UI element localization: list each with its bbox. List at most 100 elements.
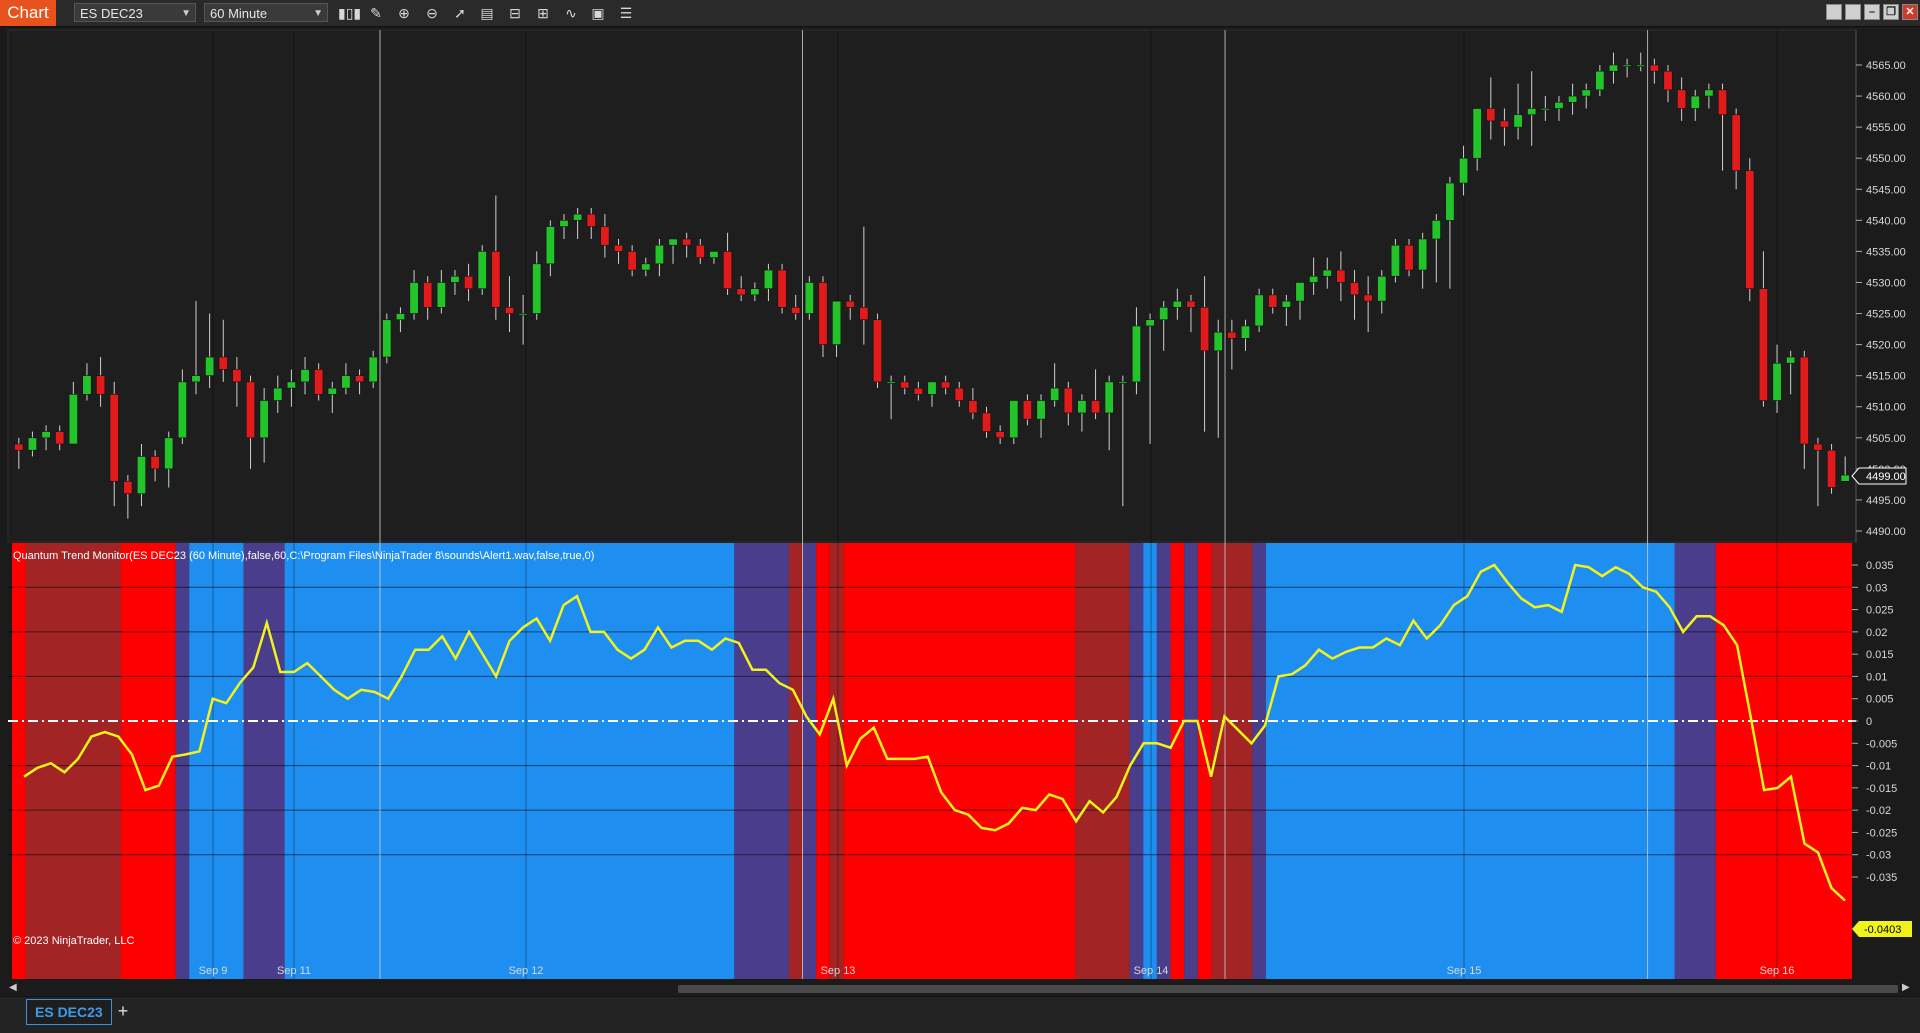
indicator-tick-label: 0.015 xyxy=(1866,649,1894,661)
candle-body xyxy=(968,400,978,414)
candle-body xyxy=(477,251,487,289)
trend-zones xyxy=(12,543,1852,979)
candle-body xyxy=(164,437,174,470)
zoom-out-icon[interactable]: ⊖ xyxy=(421,3,443,23)
trend-zone xyxy=(1156,543,1171,979)
bar-chart-icon[interactable]: ▮▯▮ xyxy=(338,3,361,23)
chart-canvas[interactable]: 4565.00 4560.00 4555.00 4550.00 4545.00 4540.… xyxy=(0,28,1920,984)
candle-body xyxy=(423,282,433,308)
candle-body xyxy=(259,400,269,439)
scroll-left-icon[interactable]: ◀ xyxy=(9,982,17,993)
interval-selector[interactable]: 60 Minute ▼ xyxy=(204,3,328,22)
indicators-icon[interactable]: ∿ xyxy=(560,3,582,23)
candle-body xyxy=(668,238,678,246)
candle-body xyxy=(613,244,624,252)
trend-zone xyxy=(175,543,190,979)
price-tick-label: 4535.00 xyxy=(1866,246,1906,258)
instrument-tab[interactable]: ES DEC23 xyxy=(26,999,112,1025)
candle-body xyxy=(1717,89,1728,116)
indicator-tick-label: 0.035 xyxy=(1866,560,1894,572)
trend-zone xyxy=(1075,543,1130,979)
trend-zone xyxy=(25,543,122,979)
add-tab-button[interactable]: + xyxy=(112,999,134,1023)
candle-body xyxy=(1390,244,1400,277)
candle-body xyxy=(1349,282,1360,296)
candle-body xyxy=(750,288,760,296)
scroll-right-icon[interactable]: ▶ xyxy=(1902,982,1910,993)
restore-icon[interactable] xyxy=(1826,4,1842,20)
close-icon[interactable]: ✕ xyxy=(1902,4,1918,20)
candle-body xyxy=(1022,400,1032,420)
indicator-tick-label: 0.005 xyxy=(1866,694,1894,706)
candle-body xyxy=(545,226,555,265)
candle-body xyxy=(818,282,828,345)
candle-body xyxy=(682,238,692,246)
candle-body xyxy=(981,412,992,432)
current-indicator-text: -0.0403 xyxy=(1864,924,1901,936)
list-icon[interactable]: ☰ xyxy=(615,3,637,23)
candle-body xyxy=(68,394,78,445)
current-price-marker: 4499.00 xyxy=(1851,467,1907,485)
properties-icon[interactable]: ⊟ xyxy=(504,3,526,23)
candle-body xyxy=(355,375,365,383)
candle-body xyxy=(804,282,814,314)
candle-body xyxy=(573,213,583,221)
zoom-in-icon[interactable]: ⊕ xyxy=(393,3,415,23)
candle-body xyxy=(1295,282,1305,302)
trend-zone xyxy=(1197,543,1212,979)
pointer-icon[interactable]: ➚ xyxy=(449,3,471,23)
minimize-icon[interactable]: – xyxy=(1864,4,1880,20)
indicator-tick-label: 0.01 xyxy=(1866,671,1887,683)
popout-icon[interactable]: ❐ xyxy=(1883,4,1899,20)
candle-body xyxy=(845,300,855,308)
data-box-icon[interactable]: ▤ xyxy=(476,3,498,23)
candle-body xyxy=(314,369,324,395)
price-tick-label: 4490.00 xyxy=(1866,526,1906,538)
chevron-down-icon: ▼ xyxy=(313,8,323,19)
candle-body xyxy=(941,381,951,389)
candle-body xyxy=(395,313,405,321)
candle-body xyxy=(586,213,596,227)
candle-body xyxy=(1186,300,1196,308)
candle-body xyxy=(1568,95,1578,103)
trend-zone xyxy=(788,543,803,979)
time-axis-label: Sep 13 xyxy=(821,965,856,977)
indicator-tick-label: 0.025 xyxy=(1866,605,1894,617)
candle-body xyxy=(273,387,283,401)
candle-body xyxy=(1091,400,1101,414)
copyright-text: © 2023 NinjaTrader, LLC xyxy=(13,935,134,947)
trend-zone xyxy=(12,543,26,979)
candle-body xyxy=(872,319,883,383)
candle-body xyxy=(1595,70,1605,91)
candle-body xyxy=(900,381,910,389)
instrument-selector[interactable]: ES DEC23 ▼ xyxy=(74,3,196,22)
indicator-tick-label: 0.02 xyxy=(1866,627,1887,639)
strategies-icon[interactable]: ▣ xyxy=(587,3,609,23)
candle-body xyxy=(1472,108,1482,159)
templates-icon[interactable]: ⊞ xyxy=(532,3,554,23)
candle-body xyxy=(1840,474,1850,482)
price-tick-label: 4525.00 xyxy=(1866,309,1906,321)
candle-body xyxy=(1172,300,1182,308)
candle-body xyxy=(1554,101,1564,109)
candle-body xyxy=(1663,70,1673,91)
candle-body xyxy=(1077,400,1087,414)
candle-body xyxy=(1445,182,1455,221)
maximize-icon[interactable] xyxy=(1845,4,1861,20)
trend-zone xyxy=(189,543,244,979)
price-tick-label: 4545.00 xyxy=(1866,184,1906,196)
candle-body xyxy=(1527,108,1537,116)
scrollbar-thumb[interactable] xyxy=(678,985,1898,993)
candle-body xyxy=(1200,307,1210,352)
candle-body xyxy=(464,275,474,289)
pencil-icon[interactable]: ✎ xyxy=(365,3,387,23)
price-tick-label: 4555.00 xyxy=(1866,122,1906,134)
candle-body xyxy=(654,244,664,265)
current-indicator-marker: -0.0403 xyxy=(1852,921,1912,937)
candle-body xyxy=(1159,307,1169,321)
indicator-tick-label: 0 xyxy=(1866,716,1872,728)
trend-zone xyxy=(1674,543,1716,979)
candle-body xyxy=(1677,89,1687,109)
candle-body xyxy=(1104,381,1114,414)
chart-window-label[interactable]: Chart xyxy=(0,0,56,26)
